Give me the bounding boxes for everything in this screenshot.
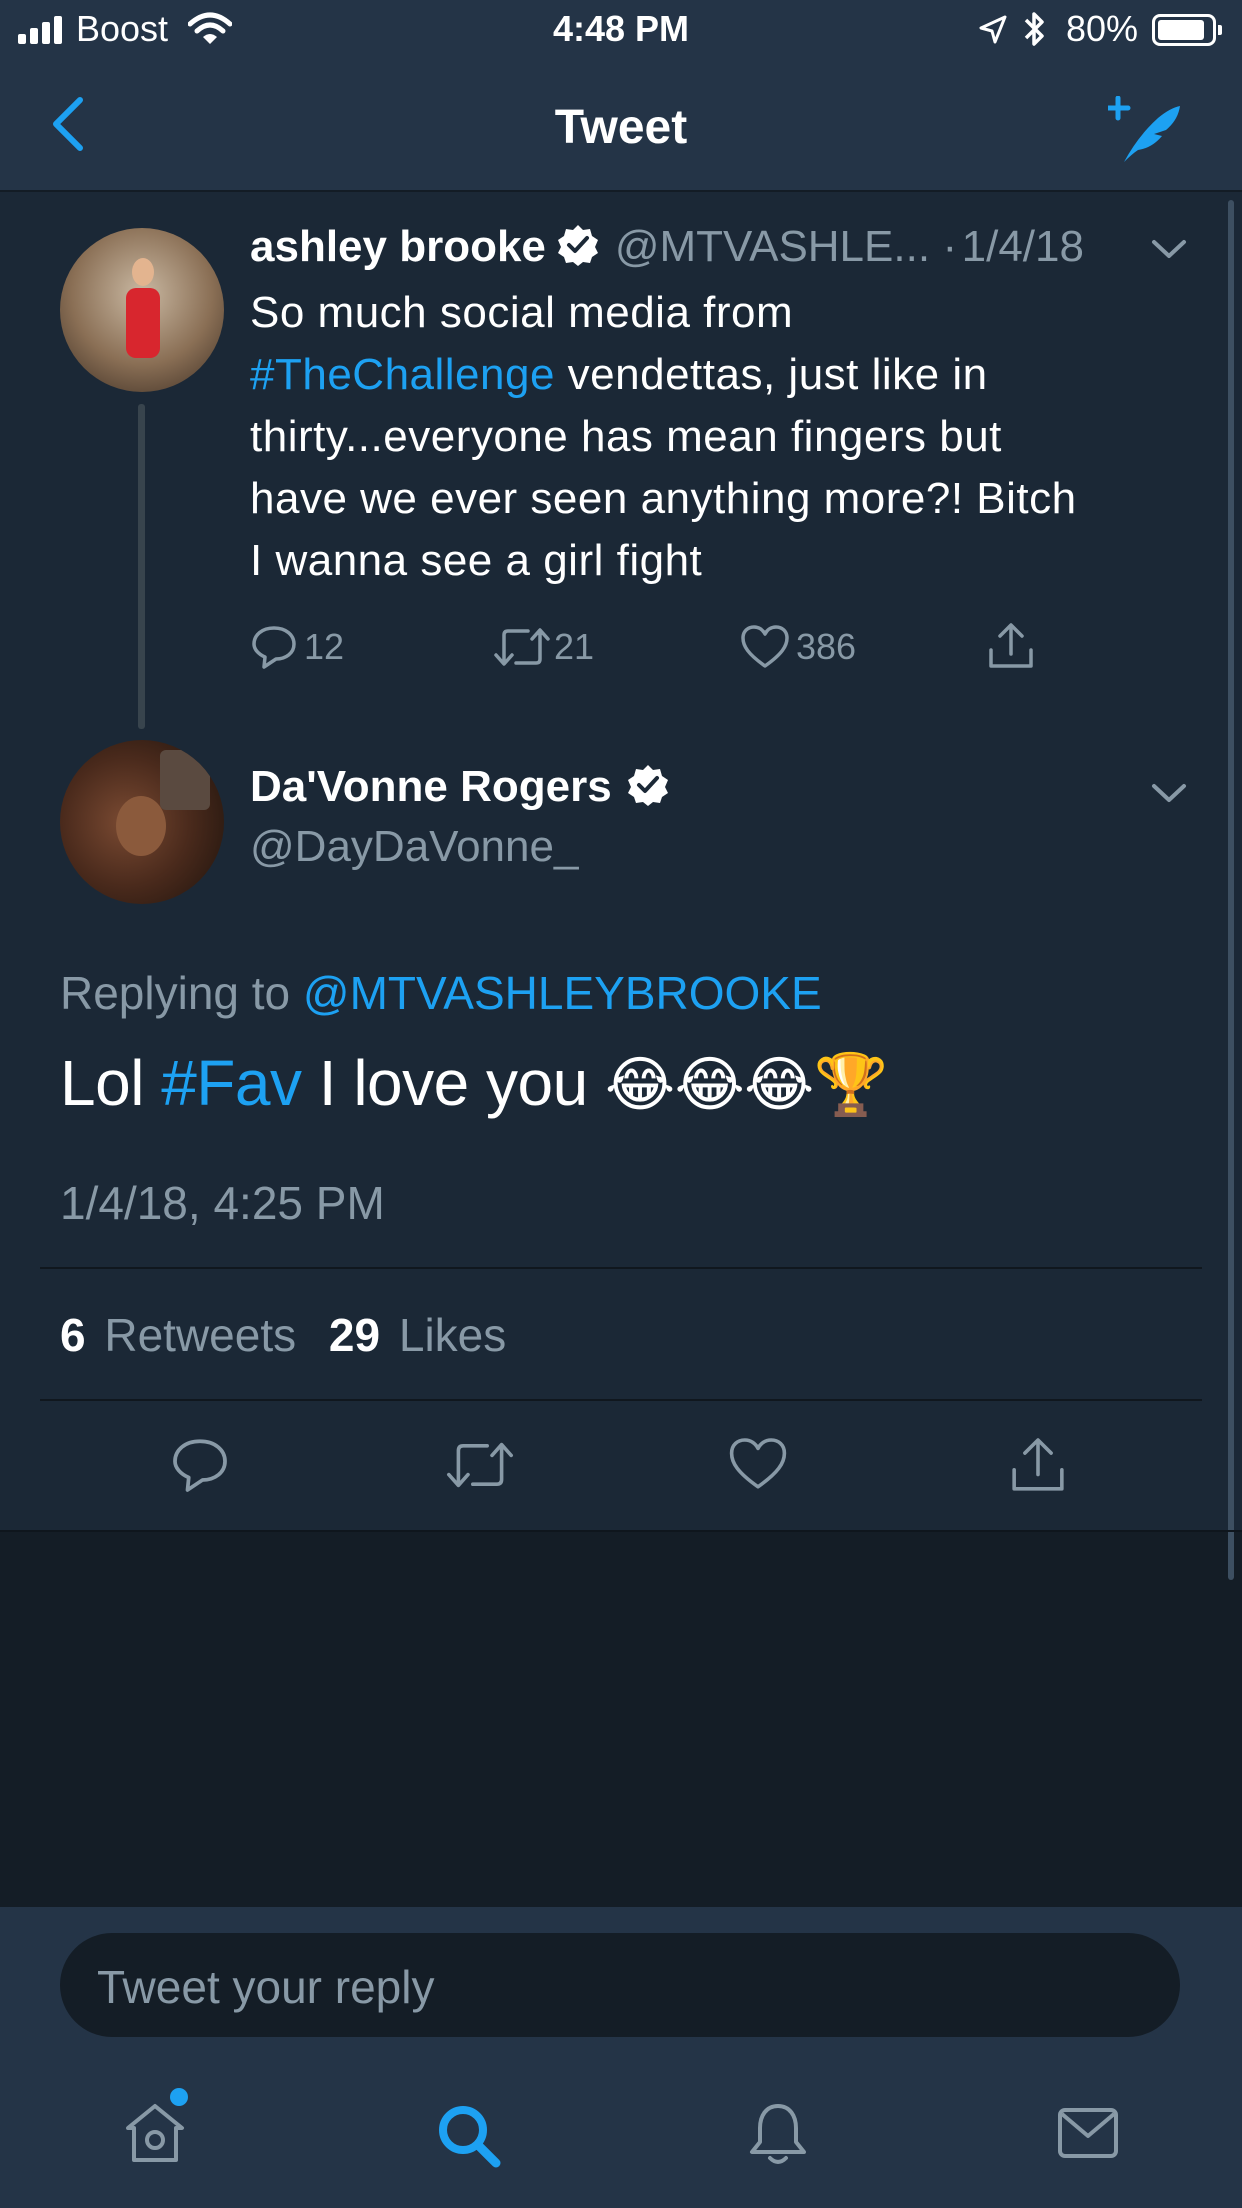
parent-tweet-line: I wanna see a girl fight	[250, 536, 703, 585]
home-notification-dot	[170, 2088, 188, 2106]
replying-to: Replying to @MTVASHLEYBROOKE	[60, 966, 822, 1020]
reply-icon[interactable]	[170, 1436, 230, 1494]
thread-connector-line	[138, 404, 145, 729]
share-icon[interactable]	[1008, 1434, 1068, 1496]
divider	[0, 1530, 1242, 1532]
scrollbar[interactable]	[1228, 200, 1234, 1580]
notifications-icon[interactable]	[746, 2100, 810, 2168]
parent-tweet-line: vendettas, just like in	[554, 350, 988, 399]
status-time: 4:48 PM	[552, 8, 690, 49]
chevron-down-icon[interactable]	[1150, 780, 1188, 806]
parent-tweet-line: So much social media from	[250, 288, 794, 337]
replying-to-label: Replying to	[60, 967, 303, 1019]
like-total[interactable]: 29	[329, 1309, 380, 1361]
parent-tweet-date: 1/4/18	[961, 222, 1084, 271]
emoji-sequence: 😂😂😂🏆	[604, 1051, 889, 1118]
parent-tweet-line: thirty...everyone has mean fingers but	[250, 412, 1002, 461]
heart-icon[interactable]	[728, 1436, 788, 1492]
main-tweet-header: Da'Vonne Rogers	[250, 762, 670, 812]
main-tweet-text-start: Lol	[60, 1047, 162, 1119]
likes-label[interactable]: Likes	[399, 1309, 506, 1361]
messages-icon[interactable]	[1056, 2106, 1120, 2160]
retweet-action[interactable]: 21	[492, 622, 594, 672]
parent-author-handle[interactable]: @MTVASHLE...	[615, 222, 930, 271]
hashtag-link[interactable]: #Fav	[161, 1047, 302, 1119]
main-tweet-text: Lol #Fav I love you 😂😂😂🏆	[60, 1046, 889, 1120]
parent-tweet-text: So much social media from #TheChallenge …	[250, 282, 1210, 592]
reply-icon[interactable]	[250, 624, 298, 670]
divider	[40, 1267, 1202, 1269]
divider	[40, 1399, 1202, 1401]
hashtag-link[interactable]: #TheChallenge	[250, 350, 555, 399]
reply-action[interactable]: 12	[250, 622, 344, 672]
page-title: Tweet	[554, 101, 688, 154]
dot-separator: ·	[942, 222, 958, 271]
reply-input-placeholder: Tweet your reply	[97, 1961, 435, 2013]
main-author-handle[interactable]: @DayDaVonne_	[250, 822, 578, 872]
like-action[interactable]: 386	[740, 622, 856, 672]
main-tweet-text-end: I love you	[301, 1047, 605, 1119]
heart-icon[interactable]	[740, 624, 790, 670]
reply-count: 12	[304, 626, 345, 667]
chevron-down-icon[interactable]	[1150, 236, 1188, 262]
share-icon[interactable]	[986, 620, 1036, 672]
home-icon[interactable]	[120, 2100, 190, 2166]
retweet-count: 21	[554, 626, 595, 667]
retweet-total[interactable]: 6	[60, 1309, 86, 1361]
status-bar: Boost 4:48 PM 80%	[0, 0, 1242, 60]
location-icon	[979, 15, 1007, 44]
parent-author-name[interactable]: ashley brooke	[250, 222, 546, 271]
bluetooth-icon	[1024, 12, 1044, 46]
nav-bar: Tweet	[0, 60, 1242, 192]
parent-tweet-line: have we ever seen anything more?! Bitch	[250, 474, 1077, 523]
parent-author-avatar[interactable]	[60, 228, 224, 392]
battery-percent: 80%	[1066, 8, 1139, 49]
main-author-avatar[interactable]	[60, 740, 224, 904]
retweet-icon[interactable]	[444, 1438, 516, 1492]
verified-badge-icon	[628, 765, 669, 806]
retweet-icon[interactable]	[492, 625, 552, 669]
replying-to-handle[interactable]: @MTVASHLEYBROOKE	[303, 967, 822, 1019]
compose-tweet-icon[interactable]	[1108, 96, 1184, 166]
like-count: 386	[796, 626, 857, 667]
engagement-stats: 6 Retweets 29 Likes	[60, 1308, 506, 1362]
main-author-name[interactable]: Da'Vonne Rogers	[250, 762, 612, 811]
retweets-label[interactable]: Retweets	[104, 1309, 296, 1361]
parent-tweet-header: ashley brooke @MTVASHLE... · 1/4/18	[250, 222, 1084, 272]
verified-badge-icon	[558, 225, 599, 266]
search-icon[interactable]	[436, 2104, 502, 2168]
tweet-timestamp: 1/4/18, 4:25 PM	[60, 1177, 385, 1229]
battery-icon	[1152, 14, 1222, 46]
